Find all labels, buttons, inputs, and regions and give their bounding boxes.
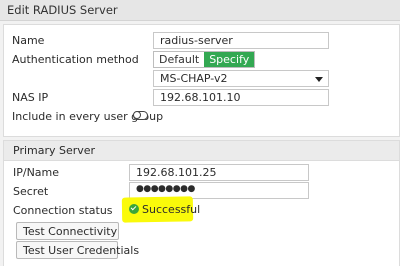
auth-default-button[interactable]: Default xyxy=(154,52,205,67)
auth-specify-button[interactable]: Specify xyxy=(204,52,255,67)
nas-ip-input[interactable]: 192.68.101.10 xyxy=(153,89,329,106)
name-label: Name xyxy=(12,34,45,47)
name-input[interactable]: radius-server xyxy=(153,32,329,49)
connection-status-value: Successful xyxy=(142,203,201,216)
ip-name-label: IP/Name xyxy=(13,166,60,179)
dialog-title: Edit RADIUS Server xyxy=(0,0,400,21)
primary-server-heading: Primary Server xyxy=(4,141,399,161)
include-group-toggle[interactable] xyxy=(133,111,148,120)
test-user-credentials-button[interactable]: Test User Credentials xyxy=(16,241,139,259)
secret-label: Secret xyxy=(13,185,49,198)
auth-method-toggle: Default Specify xyxy=(153,51,256,68)
primary-server-panel: Primary Server IP/Name 192.68.101.25 Sec… xyxy=(3,140,400,266)
check-circle-icon xyxy=(129,204,139,214)
ip-name-input[interactable]: 192.68.101.25 xyxy=(129,164,309,181)
general-settings-panel: Name radius-server Authentication method… xyxy=(3,24,400,137)
auth-protocol-value: MS-CHAP-v2 xyxy=(160,72,228,85)
nas-ip-label: NAS IP xyxy=(12,91,49,104)
connection-status-label: Connection status xyxy=(13,204,113,217)
chevron-down-icon xyxy=(315,77,323,82)
auth-protocol-select[interactable]: MS-CHAP-v2 xyxy=(153,70,329,87)
auth-method-label: Authentication method xyxy=(12,53,139,66)
test-connectivity-button[interactable]: Test Connectivity xyxy=(16,222,119,240)
